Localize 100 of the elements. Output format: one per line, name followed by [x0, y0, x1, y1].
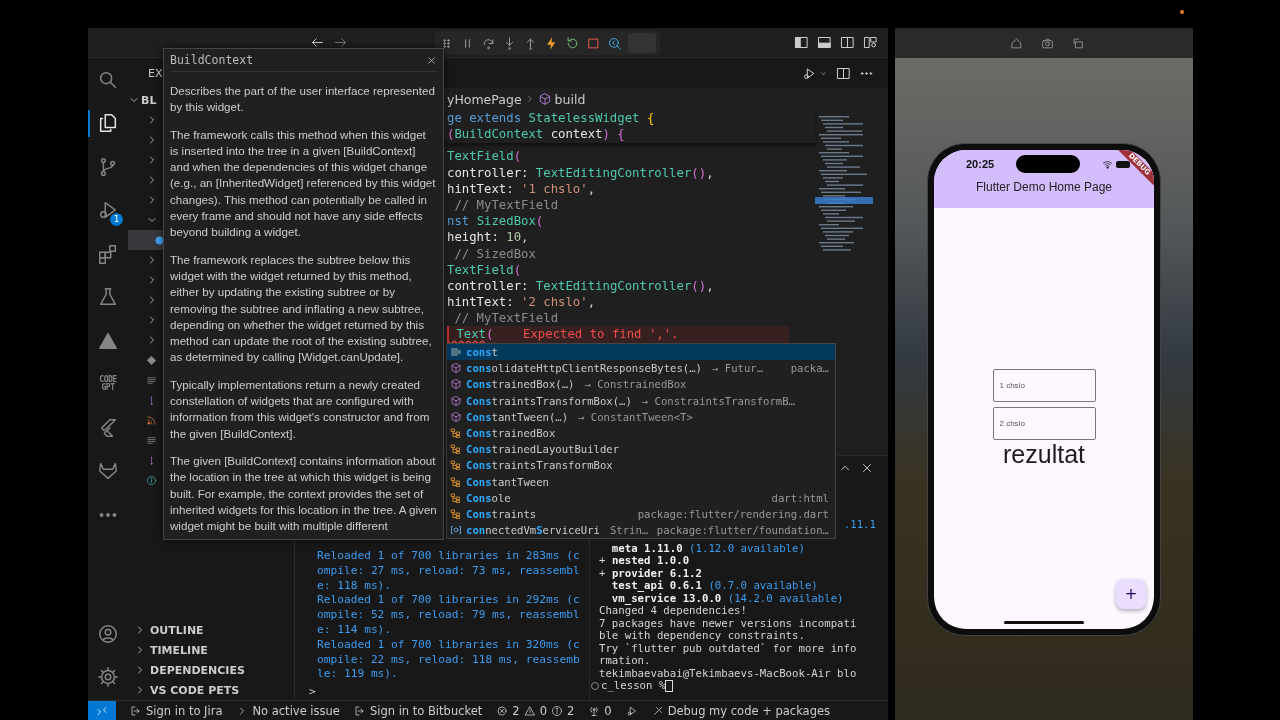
terminal-line: meta 1.11.0 (1.12.0 available) — [610, 542, 806, 555]
console-line: Reloaded 1 of 700 libraries in 283ms (c — [317, 549, 581, 564]
warning-icon — [523, 704, 536, 717]
file-icon — [154, 234, 165, 246]
field-icon — [450, 524, 462, 537]
lines-icon — [146, 374, 157, 386]
section-header[interactable]: VS CODE PETS — [150, 683, 240, 697]
status-item[interactable]: Debug my code + packages — [667, 703, 830, 718]
cube-icon — [450, 410, 462, 423]
code-line: height: 10, — [447, 229, 529, 246]
info-count[interactable]: 2 — [567, 703, 575, 718]
status-item[interactable]: Sign in to Jira — [146, 703, 223, 718]
battery-icon — [1116, 160, 1130, 168]
sidebar-toggle-icon[interactable] — [794, 35, 809, 50]
panel-toggle-icon[interactable] — [817, 35, 832, 50]
suggestion-item[interactable]: Constraints package:flutter/rendering.dart — [447, 505, 835, 523]
terminal-line: tekimbaevabai@Tekimbaevs-MacBook-Air blo — [599, 667, 858, 680]
error-count[interactable]: 2 — [512, 703, 520, 718]
code-line: // SizedBox — [453, 245, 536, 262]
suggestion-item[interactable]: ConstantTween(…) → ConstantTween<T> — [447, 408, 835, 425]
suggestion-item[interactable]: ConstrainedLayoutBuilder — [447, 441, 835, 458]
app-title: Flutter Demo Home Page — [974, 180, 1114, 194]
camera-icon[interactable] — [1040, 36, 1054, 50]
forward-arrow-icon[interactable] — [333, 35, 348, 50]
result-text: rezultat — [1003, 438, 1085, 469]
code-line: TextField( — [447, 261, 522, 278]
suggestion-item[interactable]: ConstantTween — [447, 473, 835, 490]
suggestion-item[interactable]: Console dart:html — [447, 489, 835, 506]
run-debug-icon[interactable] — [625, 704, 638, 717]
restart-icon[interactable] — [565, 35, 580, 51]
folder-name[interactable]: BL — [141, 93, 157, 107]
suggestion-item[interactable]: ConstraintsTransformBox — [447, 457, 835, 474]
terminal-line: Try `flutter pub outdated` for more info — [599, 642, 858, 655]
console-line: ompile: 27 ms, reload: 73 ms, reassembl — [317, 563, 581, 579]
code-line: hintText: '1 chslo', — [447, 180, 596, 197]
count-badge: 1 — [110, 212, 123, 226]
clock: 20:25 — [966, 158, 995, 170]
suggestion-item[interactable]: ConstrainedBox(…) → ConstrainedBox — [447, 376, 835, 393]
code-line: (BuildContext context) { — [447, 126, 625, 143]
home-icon[interactable] — [1009, 36, 1023, 50]
input-field[interactable]: 2 chslo — [992, 406, 1096, 440]
info-icon — [146, 474, 157, 486]
settings-icon[interactable] — [97, 666, 119, 689]
suggestion-item[interactable]: connectedVmServiceUri Strin… package:flutter/foundation… — [447, 522, 835, 539]
console-line: le: 119 ms). — [317, 667, 399, 683]
sidebar-title: EX — [148, 66, 163, 82]
blocks-icon[interactable] — [97, 242, 119, 265]
section-header[interactable]: OUTLINE — [150, 623, 204, 637]
antenna-icon — [588, 704, 601, 717]
logo-text[interactable]: CODE GPT — [95, 376, 121, 393]
input-field[interactable]: 1 chslo — [992, 368, 1096, 402]
warning-count[interactable]: 0 — [539, 703, 547, 718]
terminal-line: c_lesson % — [601, 680, 666, 693]
terminal-line: Changed 4 dependencies! — [599, 605, 748, 618]
code-line: nst SizedBox( — [447, 213, 544, 230]
breadcrumb-item[interactable]: yHomePage — [447, 91, 522, 107]
back-arrow-icon[interactable] — [310, 35, 325, 50]
close-icon[interactable] — [426, 54, 437, 66]
terminal-line: 7 packages have newer versions incompati — [599, 617, 858, 630]
suggestion-item[interactable]: ConstraintsTransformBox(…) → ConstraintsTransformB… — [447, 392, 835, 409]
section-header[interactable]: TIMELINE — [150, 643, 208, 657]
class-icon — [450, 443, 462, 456]
customize-layout-icon[interactable] — [863, 35, 878, 50]
console-prompt[interactable]: > — [309, 685, 316, 699]
remote-icon — [96, 704, 108, 717]
hover-paragraph: Typically implementations return a newly created constellation of widgets that are configured with information from this widget's constructor and from the given [BuildContext]. — [170, 376, 431, 442]
cube-icon — [537, 92, 552, 106]
suggestion-item[interactable]: ConstrainedBox — [447, 424, 835, 442]
class-icon — [450, 427, 462, 440]
code-line: TextField( — [447, 148, 522, 165]
terminal-line: + provider 6.1.2 — [599, 567, 703, 580]
stop-icon[interactable] — [586, 35, 601, 51]
console-line: Reloaded 1 of 700 libraries in 320ms (c — [317, 637, 581, 653]
magnifier-icon[interactable] — [607, 35, 622, 51]
console-line: Reloaded 1 of 700 libraries in 292ms (c — [317, 593, 581, 609]
status-item[interactable]: Sign in to Bitbucket — [369, 703, 483, 718]
class-icon — [450, 459, 462, 472]
split-editor-icon[interactable] — [836, 65, 851, 81]
add-button[interactable]: + — [1116, 579, 1146, 609]
suggestion-item[interactable]: const — [447, 344, 835, 361]
ports-count[interactable]: 0 — [604, 703, 612, 718]
hover-paragraph: The given [BuildContext] contains information about the location in the tree at which this widget is being built. For example, the context provides the set of inherited widgets for this location in the tree. A given widget might be built with multiple different — [170, 452, 437, 535]
console-line: ompile: 52 ms, reload: 79 ms, reassembl — [317, 608, 581, 623]
suggestion-item[interactable]: consolidateHttpClientResponseBytes(…) → Futur… packa… — [447, 360, 835, 377]
console-line: e: 114 ms). — [317, 623, 393, 638]
terminal-line: + nested 1.0.0 — [599, 555, 691, 568]
code-line: controller: TextEditingController(), — [447, 164, 714, 181]
class-icon — [450, 507, 462, 520]
section-header[interactable]: DEPENDENCIES — [150, 663, 245, 677]
breadcrumb-item[interactable]: build — [554, 91, 586, 107]
code-minimap[interactable] — [815, 114, 875, 254]
files-icon[interactable] — [97, 112, 119, 135]
split-layout-icon[interactable] — [840, 35, 855, 50]
account-icon[interactable] — [97, 622, 119, 645]
code-line: ge extends StatelessWidget { — [447, 110, 655, 127]
rotate-icon[interactable] — [1071, 36, 1085, 50]
info-icon — [551, 704, 563, 717]
status-item[interactable]: No active issue — [252, 703, 340, 718]
terminal-line: rmation. — [599, 655, 652, 668]
class-icon — [450, 475, 462, 488]
